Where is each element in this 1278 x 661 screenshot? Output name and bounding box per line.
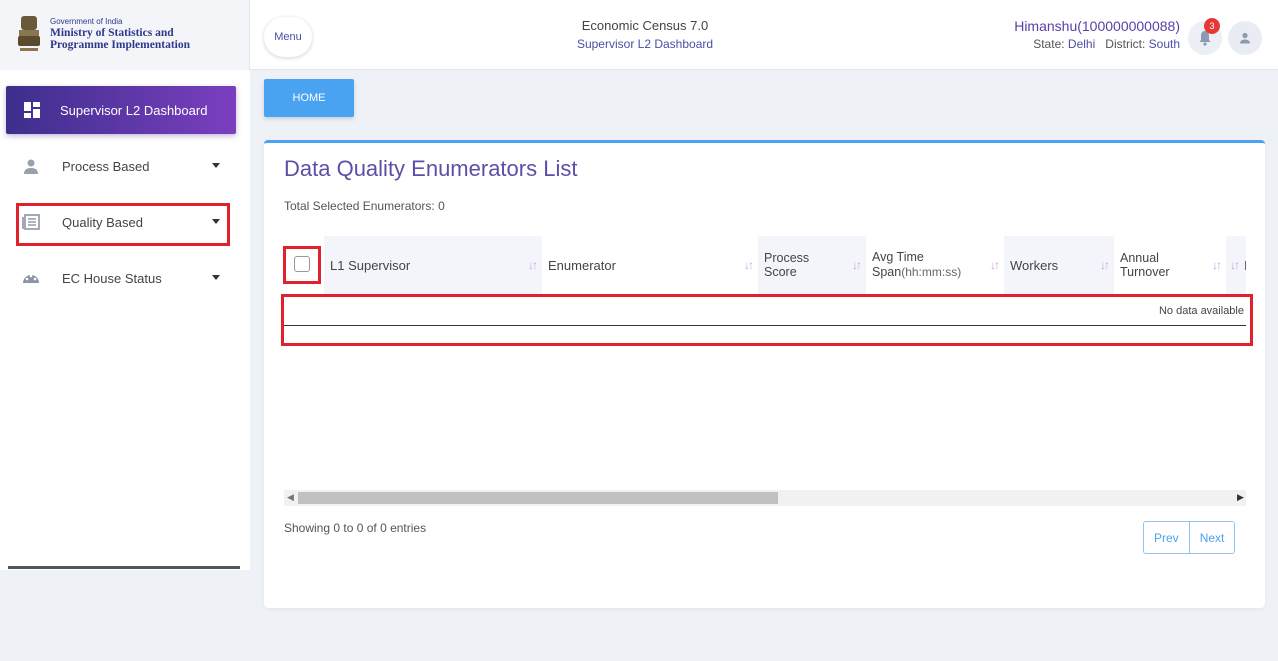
column-label: L1 Supervisor: [330, 257, 411, 273]
sidebar-item-process-based[interactable]: Process Based: [22, 154, 222, 178]
app-title: Economic Census 7.0: [581, 18, 709, 33]
pagination: Prev Next: [1143, 521, 1236, 554]
column-workers[interactable]: Workers ↓↑: [1004, 236, 1114, 294]
column-annual-turnover[interactable]: Annual Turnover ↓↑: [1114, 236, 1226, 294]
user-location: State: Delhi District: South: [1014, 37, 1180, 51]
sort-icon[interactable]: ↓↑: [744, 258, 754, 272]
gov-label: Government of India: [50, 16, 123, 26]
home-button[interactable]: HOME: [264, 79, 354, 117]
dashboard-title: Supervisor L2 Dashboard: [576, 37, 714, 51]
sidebar-item-label: Supervisor L2 Dashboard: [60, 102, 208, 118]
caret-down-icon: [212, 163, 220, 168]
scroll-right-icon[interactable]: ▶: [1237, 492, 1244, 503]
column-unit: (hh:mm:ss): [901, 264, 962, 279]
highlight-quality-based: [16, 203, 230, 246]
state-label: State:: [1033, 37, 1065, 51]
next-button[interactable]: Next: [1188, 522, 1235, 553]
dashboard-icon: [24, 102, 40, 118]
sidebar-item-label: Process Based: [62, 158, 150, 174]
column-label: Enumerator: [548, 257, 616, 273]
sort-icon[interactable]: ↓↑: [1230, 258, 1240, 272]
user-name: Himanshu(100000000088): [1014, 18, 1180, 34]
sidebar-divider: [8, 566, 240, 569]
national-emblem-icon: [18, 16, 40, 51]
highlight-select-all: [283, 246, 321, 284]
caret-down-icon: [212, 275, 220, 280]
district-label: District:: [1105, 37, 1146, 51]
table-header: L1 Supervisor ↓↑ Enumerator ↓↑ Process S…: [284, 236, 1246, 294]
ministry-name-line1: Ministry of Statistics and: [50, 26, 174, 39]
sidebar-item-ec-house-status[interactable]: EC House Status: [22, 266, 222, 290]
sort-icon[interactable]: ↓↑: [1212, 258, 1222, 272]
sort-icon[interactable]: ↓↑: [990, 258, 1000, 272]
column-label: Turnover: [1120, 265, 1170, 279]
prev-button[interactable]: Prev: [1144, 522, 1189, 553]
gauge-icon: [23, 274, 39, 283]
sidebar-item-label: EC House Status: [62, 270, 162, 286]
sort-icon[interactable]: ↓↑: [1100, 258, 1110, 272]
ministry-logo[interactable]: Government of India Ministry of Statisti…: [0, 0, 250, 70]
person-icon: [24, 159, 38, 174]
column-label: Ir: [1244, 257, 1246, 273]
user-avatar-button[interactable]: [1228, 21, 1262, 55]
scroll-left-icon[interactable]: ◀: [287, 492, 294, 503]
selected-count: Total Selected Enumerators: 0: [284, 199, 445, 213]
page-title: Data Quality Enumerators List: [284, 156, 578, 181]
scrollbar-thumb[interactable]: [298, 492, 778, 504]
notification-badge: 3: [1204, 18, 1220, 34]
column-label: Workers: [1010, 257, 1059, 273]
menu-button[interactable]: Menu: [264, 17, 312, 57]
top-header: Government of India Ministry of Statisti…: [0, 0, 1278, 70]
column-avg-time-span[interactable]: Avg Time Span(hh:mm:ss) ↓↑: [866, 236, 1004, 294]
column-label: Span: [872, 264, 902, 279]
user-info: Himanshu(100000000088) State: Delhi Dist…: [1014, 18, 1180, 51]
highlight-empty-row: [281, 294, 1253, 346]
column-label: Process: [764, 250, 810, 265]
sort-icon[interactable]: ↓↑: [852, 258, 862, 272]
state-value: Delhi: [1067, 37, 1096, 51]
column-enumerator[interactable]: Enumerator ↓↑: [542, 236, 758, 294]
ministry-name-line2: Programme Implementation: [50, 39, 190, 52]
sidebar: [0, 70, 250, 570]
column-label: Annual: [1120, 250, 1159, 265]
column-label: Score: [764, 265, 797, 279]
column-l1-supervisor[interactable]: L1 Supervisor ↓↑: [324, 236, 542, 294]
column-label: Avg Time: [872, 250, 924, 265]
user-icon: [1240, 32, 1250, 44]
column-partial[interactable]: ↓↑ Ir: [1226, 236, 1246, 294]
sort-icon[interactable]: ↓↑: [528, 258, 538, 272]
sidebar-item-supervisor-l2-dashboard[interactable]: Supervisor L2 Dashboard: [6, 86, 236, 134]
app-title-block: Economic Census 7.0 Supervisor L2 Dashbo…: [540, 18, 750, 51]
column-process-score[interactable]: Process Score ↓↑: [758, 236, 866, 294]
table-info: Showing 0 to 0 of 0 entries: [284, 521, 427, 535]
district-value: South: [1148, 37, 1180, 51]
